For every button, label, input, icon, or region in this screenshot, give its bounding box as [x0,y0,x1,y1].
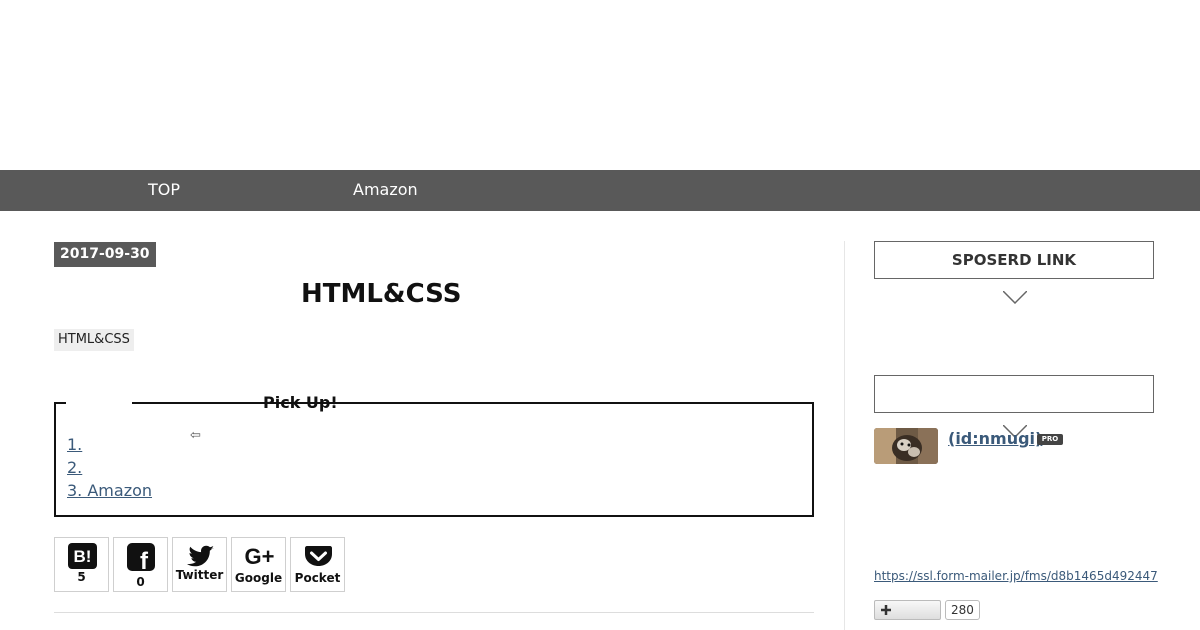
follow-button[interactable] [874,600,941,620]
pocket-icon [291,543,344,569]
pocket-label: Pocket [294,571,341,585]
profile-name-link[interactable]: (id:nmugi) [948,429,1042,448]
pickup-border-gap [66,401,132,406]
sponsored-heading-text: SPOSERD LINK [951,251,1077,269]
plus-icon [879,601,893,623]
pickup-item: 2. [67,456,152,479]
twitter-share-button[interactable]: Twitter [172,537,227,592]
global-nav: TOP Amazon [0,170,1200,211]
follower-count: 280 [945,600,980,620]
pickup-list: 1. 2. 3. Amazon [67,433,152,502]
category-tag[interactable]: HTML&CSS [54,329,134,351]
pocket-share-button[interactable]: Pocket [290,537,345,592]
left-arrow-icon: ⇦ [190,428,201,443]
sidebar-divider [844,241,845,630]
avatar[interactable] [874,428,938,464]
pro-badge: PRO [1037,434,1063,445]
pickup-item: 3. Amazon [67,479,152,502]
hatena-icon-text: B! [74,547,92,566]
contact-form-link[interactable]: https://ssl.form-mailer.jp/fms/d8b1465d4… [874,569,1158,583]
facebook-share-button[interactable]: f 0 [113,537,168,592]
nav-item-top[interactable]: TOP [148,170,180,211]
twitter-icon [173,543,226,569]
pickup-link-1[interactable]: 1. [67,435,82,454]
twitter-label: Twitter [175,568,224,582]
pickup-link-3[interactable]: 3. Amazon [67,481,152,500]
nav-item-amazon[interactable]: Amazon [353,170,418,211]
hatena-count: 5 [77,570,86,584]
pickup-link-2[interactable]: 2. [67,458,82,477]
entry-title[interactable]: HTML&CSS [301,279,461,309]
pickup-heading: Pick Up! [263,393,338,412]
google-plus-share-button[interactable]: G+ Google [231,537,286,592]
hatena-bookmark-icon: B! [55,543,108,569]
google-plus-icon: G+ [232,543,285,569]
pickup-item: 1. [67,433,152,456]
profile-heading [874,375,1154,438]
google-label: Google [234,571,283,585]
facebook-count: 0 [136,575,145,589]
facebook-icon-text: f [140,548,149,571]
facebook-icon: f [114,543,167,575]
entry-date[interactable]: 2017-09-30 [54,242,156,267]
sponsored-link-heading: SPOSERD LINK [874,241,1154,304]
hatena-bookmark-button[interactable]: B! 5 [54,537,109,592]
article-divider [54,612,814,613]
google-plus-icon-text: G+ [245,544,275,569]
pickup-box: Pick Up! 1. 2. 3. Amazon ⇦ [54,394,814,517]
